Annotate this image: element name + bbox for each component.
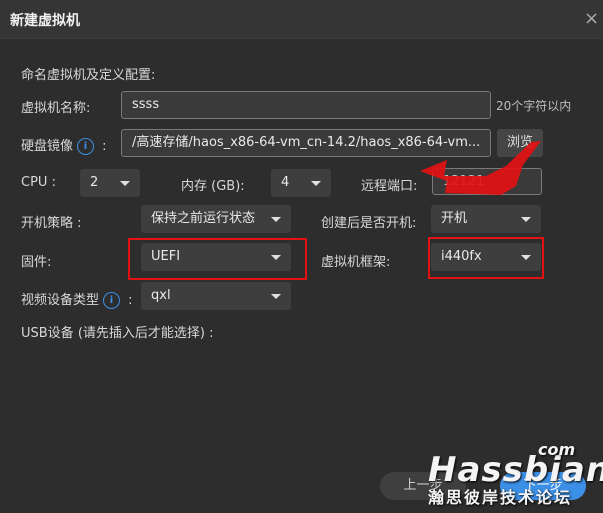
disk-image-colon: : (102, 139, 107, 154)
info-icon[interactable]: i (77, 138, 95, 155)
new-vm-dialog: 新建虚拟机 × 命名虚拟机及定义配置: 虚拟机名称: ssss 20个字符以内 … (0, 0, 603, 513)
chevron-down-icon (311, 181, 321, 186)
firmware-highlight-box (128, 238, 307, 280)
boot-policy-value: 保持之前运行状态 (151, 211, 256, 226)
boot-policy-select[interactable]: 保持之前运行状态 (141, 205, 291, 233)
video-device-value: qxl (151, 288, 171, 303)
start-after-create-value: 开机 (441, 211, 468, 226)
video-device-colon: : (128, 293, 133, 308)
chevron-down-icon (271, 217, 281, 222)
firmware-label: 固件: (21, 255, 52, 270)
start-after-create-label: 创建后是否开机: (321, 216, 417, 231)
chipset-highlight-box (428, 237, 544, 279)
chevron-down-icon (271, 294, 281, 299)
watermark-com: com (538, 440, 576, 459)
vm-name-hint: 20个字符以内 (496, 99, 572, 113)
close-icon[interactable]: × (584, 8, 599, 29)
watermark-subtitle: 瀚思彼岸技术论坛 (428, 488, 573, 507)
usb-label: USB设备 (请先插入后才能选择) : (21, 326, 214, 341)
info-icon[interactable]: i (103, 292, 121, 309)
remote-port-label: 远程端口: (361, 179, 418, 194)
chevron-down-icon (120, 181, 130, 186)
cpu-label: CPU : (21, 175, 56, 190)
video-device-label-group: 视频设备类型 i : (21, 289, 133, 309)
annotation-arrow-icon (420, 141, 541, 195)
cpu-value: 2 (90, 175, 99, 190)
cpu-select[interactable]: 2 (80, 169, 140, 197)
dialog-title: 新建虚拟机 (10, 13, 80, 29)
vm-name-label: 虚拟机名称: (21, 101, 91, 116)
memory-select[interactable]: 4 (271, 169, 331, 197)
vm-chipset-label: 虚拟机框架: (321, 255, 391, 270)
dialog-titlebar: 新建虚拟机 × (0, 0, 603, 39)
video-device-label: 视频设备类型 (21, 293, 100, 308)
disk-image-label: 硬盘镜像 (21, 139, 74, 154)
chevron-down-icon (521, 217, 531, 222)
video-device-select[interactable]: qxl (141, 282, 291, 310)
boot-policy-label: 开机策略 : (21, 216, 82, 231)
disk-image-label-group: 硬盘镜像 i : (21, 135, 107, 155)
section-label: 命名虚拟机及定义配置: (21, 68, 156, 83)
memory-value: 4 (281, 175, 290, 190)
vm-name-input[interactable]: ssss (121, 91, 491, 119)
start-after-create-select[interactable]: 开机 (431, 205, 541, 233)
memory-label: 内存 (GB): (181, 179, 245, 194)
